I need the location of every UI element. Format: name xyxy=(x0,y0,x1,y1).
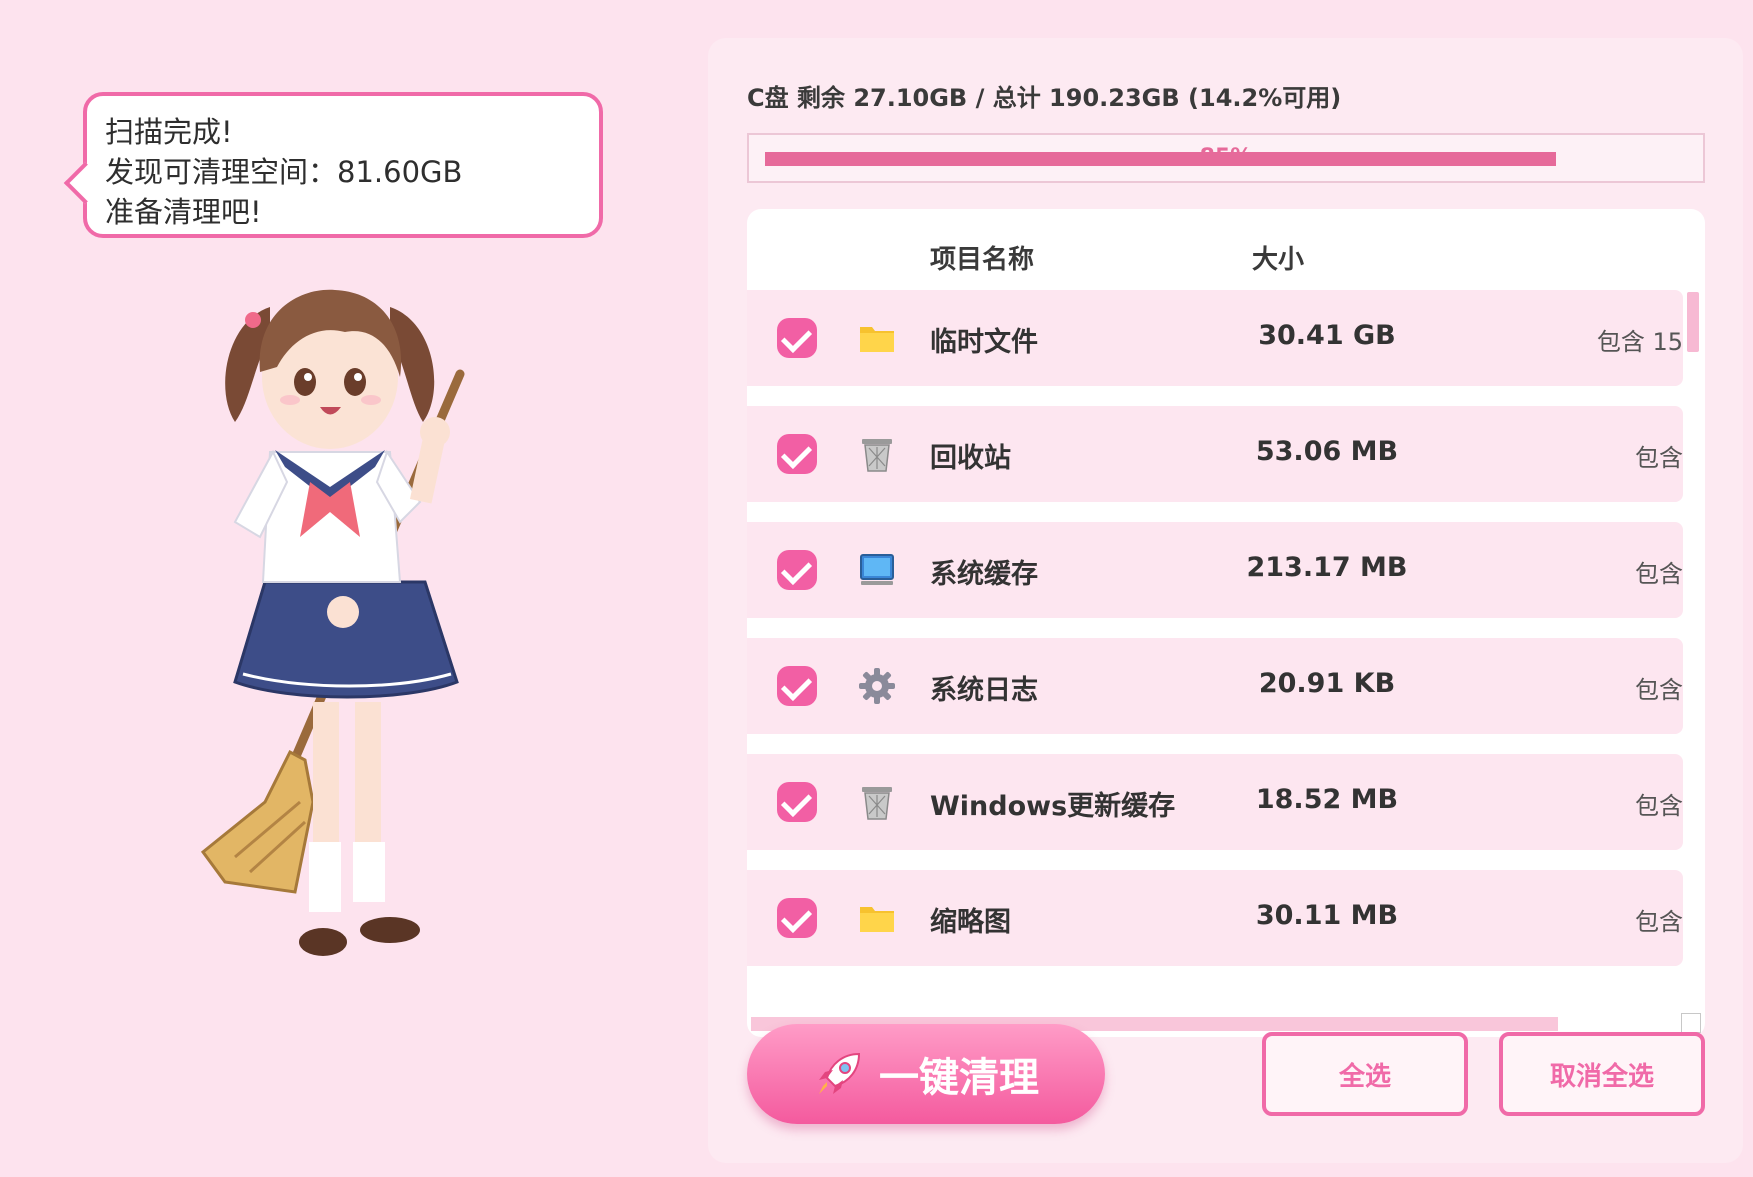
table-row[interactable]: 系统缓存 213.17 MB 包含 xyxy=(747,522,1683,618)
row-size: 30.41 GB xyxy=(1258,320,1396,351)
monitor-icon xyxy=(860,554,894,585)
row-name: 系统日志 xyxy=(930,675,1038,706)
app-window: 扫描完成! 发现可清理空间：81.60GB 准备清理吧! C盘 剩余 27.10… xyxy=(0,0,1753,1177)
cleanup-table: 项目名称 大小 临时文件 30.41 GB 包含 15 回收站 53.06 MB… xyxy=(747,209,1705,1037)
folder-icon xyxy=(860,327,894,352)
row-size: 20.91 KB xyxy=(1258,668,1396,699)
row-checkbox[interactable] xyxy=(777,550,817,590)
disk-usage-bar: 85% xyxy=(747,133,1705,183)
bubble-line-ready: 准备清理吧! xyxy=(105,195,262,229)
table-row[interactable]: 系统日志 20.91 KB 包含 xyxy=(747,638,1683,734)
folder-icon xyxy=(860,907,894,932)
vertical-scrollbar-thumb[interactable] xyxy=(1687,292,1699,352)
table-row[interactable]: 缩略图 30.11 MB 包含 xyxy=(747,870,1683,966)
gear-icon xyxy=(859,668,895,704)
row-checkbox[interactable] xyxy=(777,898,817,938)
table-row[interactable]: Windows更新缓存 18.52 MB 包含 xyxy=(747,754,1683,850)
mascot-illustration xyxy=(200,289,465,956)
bubble-line-space: 发现可清理空间：81.60GB xyxy=(105,155,463,189)
row-name: 缩略图 xyxy=(930,907,1011,938)
row-name: 系统缓存 xyxy=(930,559,1038,590)
trash-icon xyxy=(862,787,892,820)
row-checkbox[interactable] xyxy=(777,434,817,474)
deselect-all-button[interactable]: 取消全选 xyxy=(1499,1032,1705,1116)
row-size: 213.17 MB xyxy=(1246,552,1408,583)
row-size: 53.06 MB xyxy=(1255,436,1399,467)
cleaner-panel: C盘 剩余 27.10GB / 总计 190.23GB (14.2%可用) 85… xyxy=(708,38,1743,1163)
disk-info-label: C盘 剩余 27.10GB / 总计 190.23GB (14.2%可用) xyxy=(747,84,1342,112)
row-description: 包含 xyxy=(1635,908,1683,936)
table-row[interactable]: 临时文件 30.41 GB 包含 15 xyxy=(747,290,1683,386)
row-size: 18.52 MB xyxy=(1255,784,1399,815)
row-checkbox[interactable] xyxy=(777,666,817,706)
table-row[interactable]: 回收站 53.06 MB 包含 xyxy=(747,406,1683,502)
disk-usage-percent: 85% xyxy=(1199,145,1253,170)
rocket-icon xyxy=(819,1052,861,1094)
row-description: 包含 xyxy=(1635,676,1683,704)
row-description: 包含 15 xyxy=(1596,328,1683,356)
row-name: 回收站 xyxy=(930,443,1011,474)
speech-bubble-tail xyxy=(63,161,107,205)
row-name: 临时文件 xyxy=(930,327,1038,358)
row-checkbox[interactable] xyxy=(777,318,817,358)
scrollbar-corner xyxy=(1681,1013,1701,1033)
select-all-button[interactable]: 全选 xyxy=(1262,1032,1468,1116)
bubble-line-status: 扫描完成! xyxy=(105,115,233,149)
row-description: 包含 xyxy=(1635,792,1683,820)
row-size: 30.11 MB xyxy=(1255,900,1399,931)
speech-bubble: 扫描完成! 发现可清理空间：81.60GB 准备清理吧! xyxy=(63,92,603,238)
row-checkbox[interactable] xyxy=(777,782,817,822)
one-click-clean-label: 一键清理 xyxy=(879,1055,1039,1101)
trash-icon xyxy=(862,439,892,472)
one-click-clean-button[interactable]: 一键清理 xyxy=(747,1024,1105,1124)
row-description: 包含 xyxy=(1635,444,1683,472)
table-body[interactable]: 临时文件 30.41 GB 包含 15 回收站 53.06 MB 包含 系统缓存… xyxy=(747,209,1705,1009)
row-description: 包含 xyxy=(1635,560,1683,588)
